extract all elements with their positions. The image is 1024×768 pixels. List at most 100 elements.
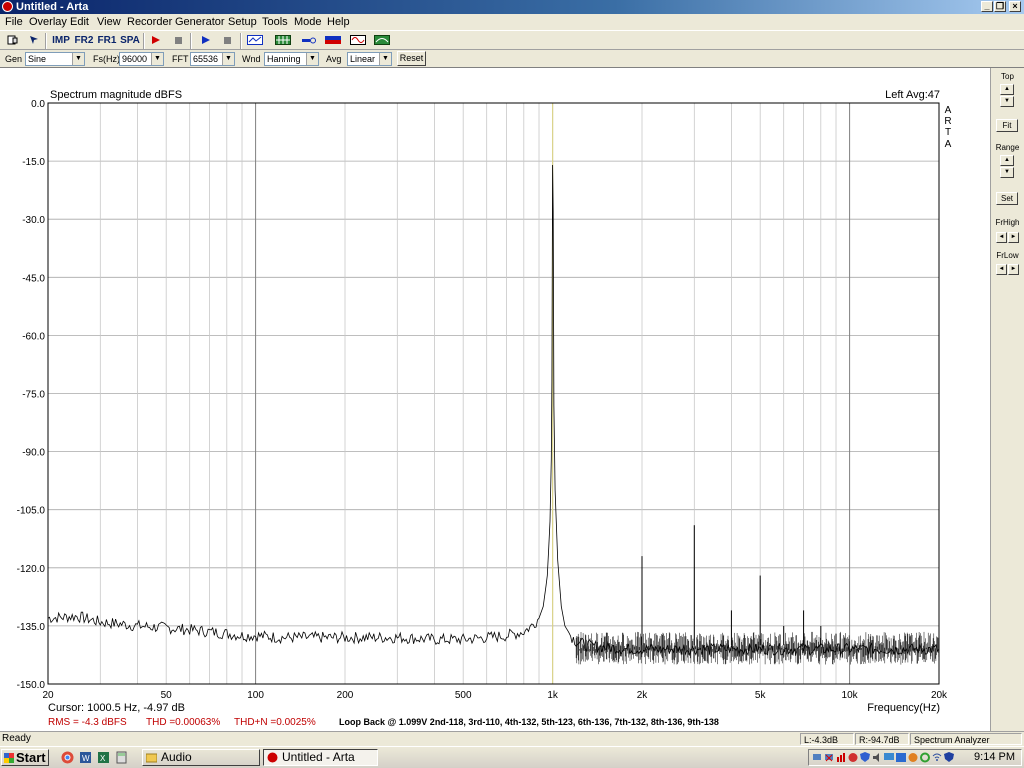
generator-stop-icon[interactable] [222, 35, 233, 45]
spectrum-view-icon[interactable] [374, 35, 390, 45]
sync-icon[interactable] [920, 752, 930, 763]
title-bar[interactable]: Untitled - Arta _ ❐ × [0, 0, 1024, 14]
range-down-arrow-icon[interactable]: ▼ [1000, 167, 1014, 178]
start-button[interactable]: Start [1, 749, 49, 766]
generator-play-icon[interactable] [200, 35, 211, 45]
left-level-readout: L:-4.3dB [800, 733, 854, 745]
tray-shield-icon[interactable] [944, 752, 954, 763]
y-tick-label: -120.0 [17, 564, 46, 575]
network-icon[interactable] [812, 752, 822, 763]
spectrum-chart[interactable]: 0.0 -15.0 -30.0 -45.0 -60.0 -75.0 -90.0 -105.0 -… [0, 68, 990, 731]
record-stop-icon[interactable] [173, 35, 184, 45]
menu-tools[interactable]: Tools [262, 16, 288, 29]
x-tick-label: 50 [161, 690, 173, 701]
frlow-right-arrow-icon[interactable]: ► [1008, 264, 1019, 275]
range-up-arrow-icon[interactable]: ▲ [1000, 155, 1014, 166]
arta-letter-t: T [945, 127, 951, 138]
folder-icon [146, 753, 157, 763]
system-tray: 9:14 PM [808, 749, 1022, 766]
averaging-select[interactable]: Linear ▼ [347, 52, 392, 66]
fr2-mode-button[interactable]: FR2 [74, 33, 94, 48]
menu-generator[interactable]: Generator [175, 16, 225, 29]
top-down-arrow-icon[interactable]: ▼ [1000, 96, 1014, 107]
x-tick-label: 500 [455, 690, 472, 701]
toolbar-separator [190, 33, 192, 49]
settings-toolbar: Gen Sine ▼ Fs(Hz) 96000 ▼ FFT 65536 ▼ Wnd H… [0, 50, 1024, 68]
minimize-button[interactable]: _ [981, 1, 993, 12]
mode-readout: Spectrum Analyzer [910, 733, 1022, 745]
status-ready: Ready [2, 733, 31, 744]
restore-button[interactable]: ❐ [994, 1, 1006, 12]
gen-label: Gen [5, 54, 23, 64]
calculator-icon[interactable] [115, 751, 128, 764]
svg-text:X: X [100, 754, 106, 763]
wifi-icon[interactable] [932, 752, 942, 763]
chevron-down-icon[interactable]: ▼ [306, 53, 318, 65]
fs-label: Fs(Hz) [93, 54, 120, 64]
menu-file[interactable]: File [5, 16, 23, 29]
record-play-icon[interactable] [150, 35, 161, 45]
excel-icon[interactable]: X [97, 751, 110, 764]
chevron-down-icon[interactable]: ▼ [379, 53, 391, 65]
level-meter-icon[interactable] [325, 35, 341, 45]
top-label: Top [1001, 72, 1014, 81]
antivirus-icon[interactable] [848, 752, 858, 763]
frlow-left-arrow-icon[interactable]: ◄ [996, 264, 1007, 275]
chrome-icon[interactable] [61, 751, 74, 764]
number-badge-icon[interactable] [896, 752, 906, 763]
shield-icon[interactable] [860, 752, 870, 763]
window-type-select[interactable]: Hanning ▼ [264, 52, 319, 66]
overlay-icon[interactable] [247, 35, 263, 45]
fft-size-value: 65536 [193, 54, 219, 64]
menu-mode[interactable]: Mode [294, 16, 322, 29]
windows-flag-icon [4, 753, 14, 763]
toolbar-separator [45, 33, 47, 49]
security-icon[interactable] [908, 752, 918, 763]
frhigh-label: FrHigh [995, 218, 1020, 227]
grid-icon[interactable] [275, 35, 291, 45]
menu-setup[interactable]: Setup [228, 16, 257, 29]
word-icon[interactable]: W [79, 751, 92, 764]
clock: 9:14 PM [974, 751, 1015, 763]
menu-recorder[interactable]: Recorder [127, 16, 172, 29]
y-tick-label: -150.0 [17, 680, 46, 691]
close-button[interactable]: × [1009, 1, 1021, 12]
taskbar-item-audio[interactable]: Audio [142, 749, 260, 766]
reset-button[interactable]: Reset [397, 51, 426, 66]
pointer-icon[interactable] [28, 35, 39, 45]
waveform-icon[interactable] [350, 35, 366, 45]
fft-size-select[interactable]: 65536 ▼ [190, 52, 235, 66]
bar-meter-icon[interactable] [836, 752, 846, 763]
open-file-icon[interactable] [7, 35, 18, 45]
frhigh-right-arrow-icon[interactable]: ► [1008, 232, 1019, 243]
taskbar-item-arta[interactable]: Untitled - Arta [263, 749, 378, 766]
sample-rate-select[interactable]: 96000 ▼ [119, 52, 164, 66]
set-button[interactable]: Set [996, 192, 1018, 205]
arta-app-icon[interactable] [2, 1, 13, 12]
display-icon[interactable] [884, 752, 894, 763]
y-tick-label: -75.0 [22, 390, 45, 401]
measurement-note: Loop Back @ 1.099V 2nd-118, 3rd-110, 4th… [339, 717, 719, 727]
volume-icon[interactable] [872, 752, 882, 763]
chevron-down-icon[interactable]: ▼ [72, 53, 84, 65]
menu-overlay[interactable]: Overlay [29, 16, 67, 29]
fit-button[interactable]: Fit [996, 119, 1018, 132]
chevron-down-icon[interactable]: ▼ [222, 53, 234, 65]
window-title: Untitled - Arta [16, 1, 89, 13]
generator-select[interactable]: Sine ▼ [25, 52, 85, 66]
fr1-mode-button[interactable]: FR1 [97, 33, 117, 48]
top-up-arrow-icon[interactable]: ▲ [1000, 84, 1014, 95]
spectrum-plot-area[interactable]: 0.0 -15.0 -30.0 -45.0 -60.0 -75.0 -90.0 -105.0 -… [0, 68, 990, 731]
impulse-mode-button[interactable]: IMP [51, 33, 71, 48]
chevron-down-icon[interactable]: ▼ [151, 53, 163, 65]
network-disconnected-icon[interactable] [824, 752, 834, 763]
menu-edit[interactable]: Edit [70, 16, 89, 29]
menu-view[interactable]: View [97, 16, 121, 29]
window-type-value: Hanning [267, 54, 301, 64]
frhigh-left-arrow-icon[interactable]: ◄ [996, 232, 1007, 243]
menu-help[interactable]: Help [327, 16, 350, 29]
toolbar-separator [143, 33, 145, 49]
spectrum-trace [47, 164, 940, 657]
connector-icon[interactable] [301, 35, 317, 45]
spectrum-mode-button[interactable]: SPA [120, 33, 140, 48]
